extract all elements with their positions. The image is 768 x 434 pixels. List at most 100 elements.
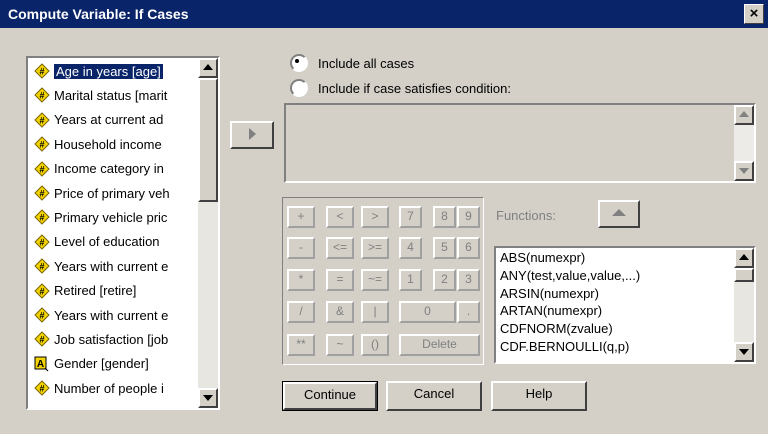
- keypad-or-button[interactable]: |: [361, 301, 389, 323]
- condition-scrollbar[interactable]: [734, 105, 754, 181]
- svg-text:#: #: [39, 384, 44, 394]
- help-button-label: Help: [525, 386, 553, 401]
- variable-list-item[interactable]: # Years with current e: [34, 304, 194, 326]
- scroll-up-button[interactable]: [198, 58, 218, 78]
- close-button[interactable]: ×: [744, 4, 764, 24]
- function-list-item[interactable]: ANY(test,value,value,...): [500, 268, 640, 283]
- keypad-lt-button[interactable]: <: [326, 206, 354, 228]
- functions-list[interactable]: ABS(numexpr) ANY(test,value,value,...) ARS…: [494, 246, 756, 364]
- scale-icon: #: [34, 185, 50, 201]
- insert-function-button[interactable]: [598, 200, 640, 228]
- keypad-div-button[interactable]: /: [287, 301, 315, 323]
- keypad-le-button[interactable]: <=: [326, 237, 354, 259]
- keypad-dot-button[interactable]: .: [457, 301, 480, 323]
- keypad-minus-button[interactable]: -: [287, 237, 315, 259]
- keypad-mult-button[interactable]: *: [287, 269, 315, 291]
- function-list-item[interactable]: CDF.BERNOULLI(q,p): [500, 339, 629, 354]
- variable-label: Level of education: [54, 234, 160, 250]
- radio-include-condition[interactable]: Include if case satisfies condition:: [290, 79, 511, 97]
- keypad-ge-button[interactable]: >=: [361, 237, 389, 259]
- svg-text:#: #: [39, 237, 44, 247]
- keypad-d3-button[interactable]: 3: [457, 269, 480, 291]
- keypad-d8-button[interactable]: 8: [433, 206, 456, 228]
- variable-label: Job satisfaction [job: [54, 331, 169, 347]
- condition-expression-box[interactable]: [284, 103, 756, 183]
- string-icon: A: [34, 356, 50, 372]
- arrow-up-icon: [739, 254, 749, 260]
- svg-text:#: #: [39, 140, 44, 150]
- continue-button[interactable]: Continue: [282, 381, 378, 411]
- keypad-d0-button[interactable]: 0: [399, 301, 456, 323]
- keypad-plus-button[interactable]: +: [287, 206, 315, 228]
- variable-label: Retired [retire]: [54, 283, 137, 299]
- variable-label: Price of primary veh: [54, 185, 170, 201]
- variable-list-item[interactable]: # Price of primary veh: [34, 182, 194, 204]
- radio-include-condition-label: Include if case satisfies condition:: [318, 80, 511, 96]
- variable-label: Years with current e: [54, 258, 169, 274]
- arrow-up-icon: [739, 111, 749, 117]
- variable-list-item[interactable]: # Primary vehicle pric: [34, 206, 194, 228]
- keypad-not-button[interactable]: ~: [326, 334, 354, 356]
- arrow-up-icon: [612, 209, 626, 216]
- keypad-and-button[interactable]: &: [326, 301, 354, 323]
- keypad-gt-button[interactable]: >: [361, 206, 389, 228]
- arrow-down-icon: [203, 395, 213, 401]
- svg-text:#: #: [39, 67, 44, 77]
- svg-text:#: #: [39, 189, 44, 199]
- window-title: Compute Variable: If Cases: [8, 6, 189, 22]
- function-list-item[interactable]: ABS(numexpr): [500, 250, 585, 265]
- functions-scroll-thumb[interactable]: [734, 268, 754, 282]
- move-to-condition-button[interactable]: [230, 121, 274, 149]
- svg-text:#: #: [39, 335, 44, 345]
- keypad-d4-button[interactable]: 4: [399, 237, 422, 259]
- variable-list-item[interactable]: # Household income: [34, 133, 194, 155]
- cancel-button[interactable]: Cancel: [386, 381, 482, 411]
- scroll-thumb[interactable]: [198, 78, 218, 202]
- variable-list-item[interactable]: # Age in years [age]: [34, 60, 194, 82]
- keypad-d2-button[interactable]: 2: [433, 269, 456, 291]
- function-list-item[interactable]: ARTAN(numexpr): [500, 303, 602, 318]
- keypad-d6-button[interactable]: 6: [457, 237, 480, 259]
- keypad-ne-button[interactable]: ~=: [361, 269, 389, 291]
- help-button[interactable]: Help: [491, 381, 587, 411]
- keypad-paren-button[interactable]: (): [361, 334, 389, 356]
- keypad-delete-button[interactable]: Delete: [399, 334, 480, 356]
- variable-list-item[interactable]: A Gender [gender]: [34, 353, 194, 375]
- functions-scroll-down[interactable]: [734, 342, 754, 362]
- variable-label: Primary vehicle pric: [54, 209, 168, 225]
- variable-list-item[interactable]: # Job satisfaction [job: [34, 328, 194, 350]
- scroll-down-button[interactable]: [198, 388, 218, 408]
- arrow-right-icon: [248, 128, 256, 140]
- function-list-item[interactable]: CDFNORM(zvalue): [500, 321, 613, 336]
- condition-scroll-up[interactable]: [734, 105, 754, 125]
- variable-label: Marital status [marit: [54, 87, 168, 103]
- variable-label: Years at current ad: [54, 112, 164, 128]
- variable-label: Income category in: [54, 161, 164, 177]
- radio-include-all[interactable]: Include all cases: [290, 54, 414, 72]
- variable-list-item[interactable]: # Number of people i: [34, 377, 194, 399]
- svg-text:#: #: [39, 164, 44, 174]
- functions-scroll-up[interactable]: [734, 248, 754, 268]
- variable-list-item[interactable]: # Years with current e: [34, 255, 194, 277]
- function-list-item[interactable]: ARSIN(numexpr): [500, 286, 599, 301]
- variable-list-item[interactable]: # Marital status [marit: [34, 84, 194, 106]
- keypad-eq-button[interactable]: =: [326, 269, 354, 291]
- variable-list-item[interactable]: # Retired [retire]: [34, 280, 194, 302]
- variable-list-item[interactable]: # Level of education: [34, 231, 194, 253]
- variable-list-item[interactable]: # Income category in: [34, 158, 194, 180]
- scale-icon: #: [34, 209, 50, 226]
- keypad-pow-button[interactable]: **: [287, 334, 315, 356]
- variable-list-item[interactable]: # Years at current ad: [34, 109, 194, 131]
- scale-icon: #: [34, 112, 50, 128]
- scale-icon: #: [34, 282, 50, 299]
- functions-scrollbar[interactable]: [734, 248, 754, 362]
- keypad-d9-button[interactable]: 9: [457, 206, 480, 228]
- svg-text:#: #: [39, 286, 44, 296]
- variable-list-scrollbar[interactable]: [198, 58, 218, 408]
- keypad-d1-button[interactable]: 1: [399, 269, 422, 291]
- condition-scroll-down[interactable]: [734, 161, 754, 181]
- keypad-d7-button[interactable]: 7: [399, 206, 422, 228]
- variable-list[interactable]: # Age in years [age] # Marital status [mari…: [26, 56, 220, 410]
- keypad-d5-button[interactable]: 5: [433, 237, 456, 259]
- arrow-up-icon: [203, 64, 213, 70]
